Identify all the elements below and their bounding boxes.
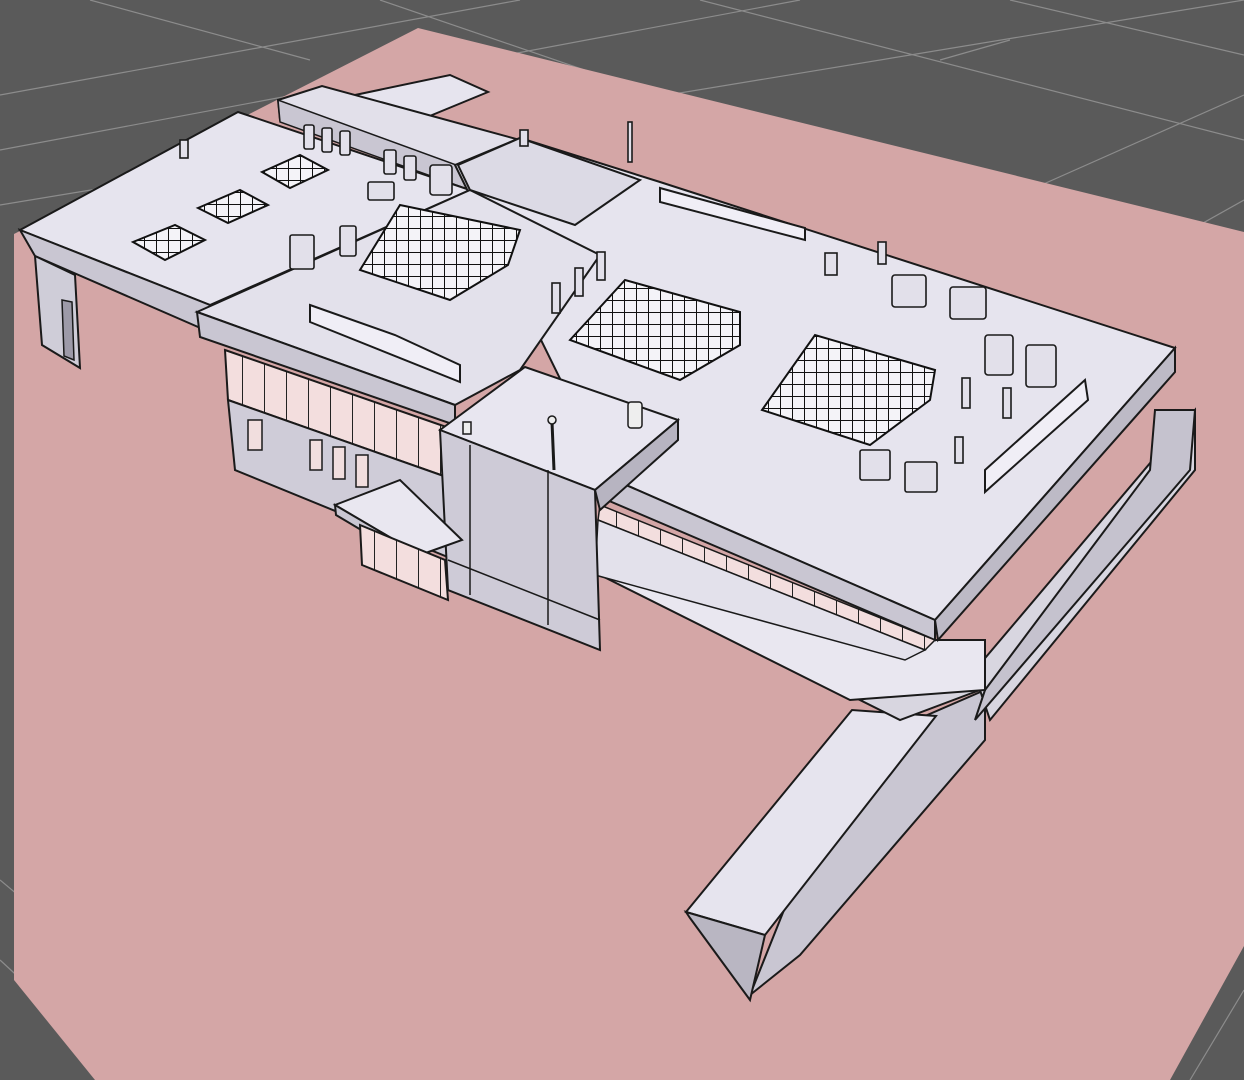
viewport-scene bbox=[0, 0, 1244, 1080]
3d-viewport[interactable] bbox=[0, 0, 1244, 1080]
